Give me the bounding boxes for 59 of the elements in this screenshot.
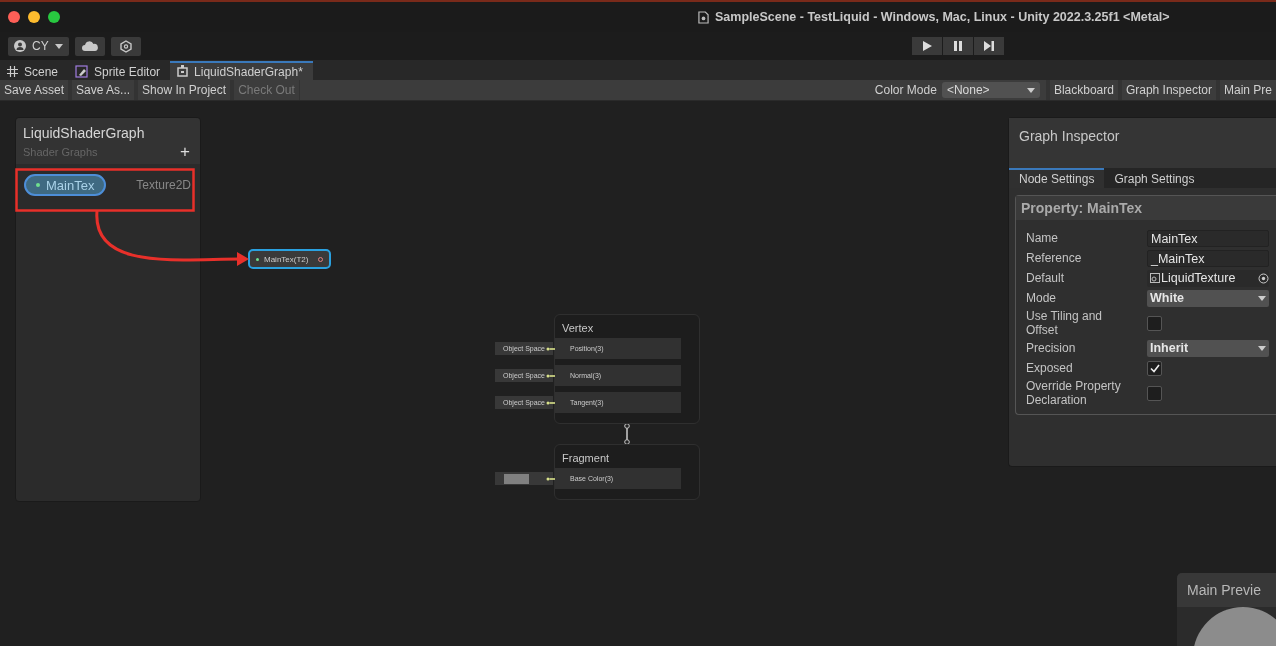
checkbox[interactable]	[1147, 385, 1162, 401]
zoom-button[interactable]	[48, 11, 60, 23]
hexagon-button[interactable]	[110, 36, 141, 56]
caret-icon	[54, 43, 63, 49]
editor-tab[interactable]: Scene	[0, 61, 69, 80]
window-title: SampleScene - TestLiquid - Windows, Mac, Linux - Unity 2022.3.25f1 <Metal>	[715, 10, 1170, 24]
play-button[interactable]	[912, 37, 942, 55]
block-title: Vertex	[561, 321, 595, 336]
preview-title: Main Previe	[1177, 573, 1276, 607]
scene-file-icon	[698, 10, 709, 24]
shader-graph-icon	[177, 65, 189, 78]
cloud-icon	[81, 41, 98, 51]
text-field[interactable]: MainTex	[1147, 229, 1269, 247]
blackboard-title: LiquidShaderGraph	[23, 125, 146, 141]
property-node[interactable]: MainTex(T2)	[248, 249, 331, 269]
add-button[interactable]: +	[176, 144, 194, 160]
field-label: Override Property Declaration	[1026, 379, 1122, 407]
grid-icon	[7, 66, 18, 77]
close-button[interactable]	[8, 11, 20, 23]
field-label: Use Tiling and Offset	[1026, 309, 1104, 337]
caret-icon	[1026, 87, 1035, 93]
field-label: Exposed	[1026, 361, 1074, 375]
block-title: Fragment	[561, 451, 611, 466]
field-label: Precision	[1026, 341, 1077, 355]
text-field[interactable]: _MainTex	[1147, 249, 1269, 267]
account-dropdown[interactable]: CY	[8, 36, 69, 56]
object-picker-icon[interactable]	[1258, 272, 1269, 284]
property-pill[interactable]: MainTex	[24, 174, 107, 196]
texture-icon	[1150, 273, 1160, 283]
field-label: Default	[1026, 271, 1066, 285]
field-label: Reference	[1026, 251, 1083, 265]
pause-button[interactable]	[943, 37, 973, 55]
dropdown[interactable]: White	[1147, 289, 1269, 307]
caret-icon	[1258, 295, 1266, 301]
step-button[interactable]	[974, 37, 1004, 55]
color-mode-dropdown[interactable]: <None>	[941, 82, 1040, 98]
cloud-button[interactable]	[74, 36, 105, 56]
color-mode-label: Color Mode	[874, 83, 937, 97]
hexagon-icon	[119, 39, 132, 53]
editor-tab[interactable]: LiquidShaderGraph*	[170, 61, 313, 80]
inspector-tab[interactable]: Node Settings	[1009, 168, 1105, 188]
minimize-button[interactable]	[28, 11, 40, 23]
field-label: Name	[1026, 231, 1059, 245]
caret-icon	[1258, 345, 1266, 351]
user-icon	[14, 40, 26, 52]
play-icon	[922, 41, 932, 51]
pause-icon	[954, 41, 962, 51]
property-type: Texture2D	[136, 178, 191, 192]
object-field[interactable]: LiquidTexture	[1147, 269, 1269, 287]
step-icon	[984, 41, 994, 51]
editor-tab[interactable]: Sprite Editor	[68, 61, 171, 80]
section-title: Property: MainTex	[1016, 196, 1276, 220]
sprite-icon	[75, 65, 89, 78]
inspector-title: Graph Inspector	[1009, 118, 1276, 168]
checkbox[interactable]	[1147, 315, 1162, 331]
field-label: Mode	[1026, 291, 1058, 305]
dropdown[interactable]: Inherit	[1147, 339, 1269, 357]
color-input[interactable]	[495, 472, 553, 485]
checkbox[interactable]	[1147, 360, 1162, 376]
